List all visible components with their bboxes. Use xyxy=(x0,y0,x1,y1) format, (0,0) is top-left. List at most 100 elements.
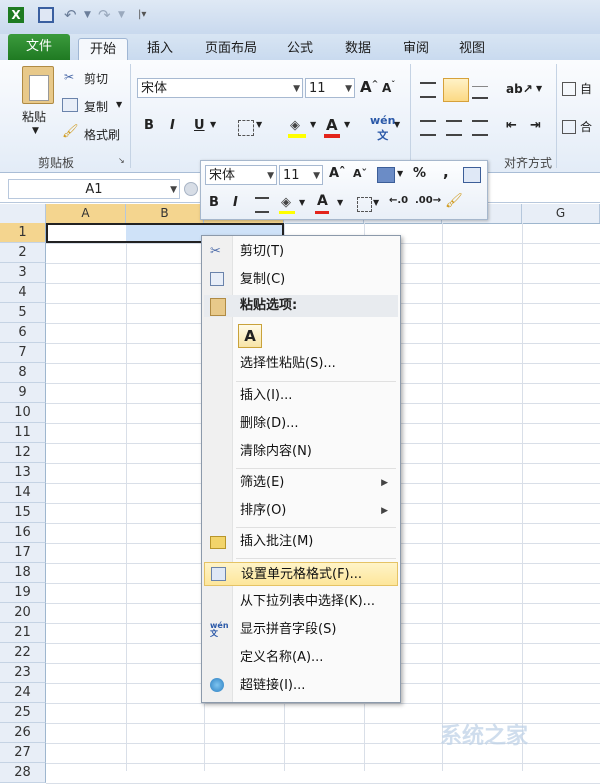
menu-item-paste-special[interactable]: 选择性粘贴(S)... xyxy=(204,352,398,376)
mini-font-color-dropdown-icon[interactable]: ▼ xyxy=(337,198,343,207)
paste-button[interactable]: 粘贴 xyxy=(22,108,46,125)
row-header-21[interactable]: 21 xyxy=(0,623,46,643)
paste-keep-text-button[interactable]: A xyxy=(238,324,262,348)
fill-color-dropdown-icon[interactable]: ▼ xyxy=(310,120,316,129)
tab-insert[interactable]: 插入 xyxy=(138,38,182,60)
row-header-17[interactable]: 17 xyxy=(0,543,46,563)
mini-grow-font-icon[interactable]: Aˆ xyxy=(329,166,346,181)
font-size-dropdown-icon[interactable]: ▼ xyxy=(345,79,352,99)
increase-indent-icon[interactable]: ⇥ xyxy=(530,118,541,133)
mini-font-name-field[interactable]: 宋体 ▼ xyxy=(205,165,277,185)
copy-button[interactable]: 复制 xyxy=(84,98,108,115)
bold-icon[interactable]: B xyxy=(144,118,154,133)
mini-decrease-decimal-icon[interactable]: .00→ xyxy=(415,195,441,206)
menu-item-insert[interactable]: 插入(I)... xyxy=(204,384,398,408)
row-header-6[interactable]: 6 xyxy=(0,323,46,343)
customize-qat-icon[interactable]: |▾ xyxy=(138,7,154,23)
menu-item-insert-comment[interactable]: 插入批注(M) xyxy=(204,530,398,554)
phonetic-icon[interactable]: wén 文 xyxy=(370,114,395,143)
font-size-field[interactable]: 11 ▼ xyxy=(305,78,355,98)
align-top-icon[interactable] xyxy=(420,82,436,98)
row-header-7[interactable]: 7 xyxy=(0,343,46,363)
mini-font-dropdown-icon[interactable]: ▼ xyxy=(267,166,274,186)
underline-icon[interactable]: U xyxy=(194,118,205,133)
underline-dropdown-icon[interactable]: ▼ xyxy=(210,120,216,129)
row-header-12[interactable]: 12 xyxy=(0,443,46,463)
mini-size-dropdown-icon[interactable]: ▼ xyxy=(313,166,320,186)
row-header-9[interactable]: 9 xyxy=(0,383,46,403)
phonetic-dropdown-icon[interactable]: ▼ xyxy=(394,120,400,129)
mini-increase-decimal-icon[interactable]: ←.0 xyxy=(389,195,408,206)
mini-shrink-font-icon[interactable]: Aˇ xyxy=(353,167,367,180)
row-header-23[interactable]: 23 xyxy=(0,663,46,683)
row-header-13[interactable]: 13 xyxy=(0,463,46,483)
select-all-corner[interactable] xyxy=(0,204,46,223)
row-header-5[interactable]: 5 xyxy=(0,303,46,323)
menu-item-hyperlink[interactable]: 超链接(I)... xyxy=(204,674,398,698)
mini-fill-color-icon[interactable]: ◈ xyxy=(281,195,291,210)
orientation-icon[interactable]: ab↗ xyxy=(506,82,533,96)
font-color-dropdown-icon[interactable]: ▼ xyxy=(344,120,350,129)
row-header-14[interactable]: 14 xyxy=(0,483,46,503)
row-header-4[interactable]: 4 xyxy=(0,283,46,303)
name-box-dropdown-icon[interactable]: ▼ xyxy=(170,180,177,200)
menu-item-clear-contents[interactable]: 清除内容(N) xyxy=(204,440,398,464)
row-header-2[interactable]: 2 xyxy=(0,243,46,263)
align-middle-icon[interactable] xyxy=(443,78,469,102)
redo-icon[interactable]: ↷ xyxy=(98,7,114,23)
menu-item-show-phonetic[interactable]: wén 文 显示拼音字段(S) xyxy=(204,618,398,642)
mini-comma-icon[interactable]: , xyxy=(443,163,449,181)
menu-item-pick-from-list[interactable]: 从下拉列表中选择(K)... xyxy=(204,590,398,614)
borders-icon[interactable] xyxy=(238,120,254,136)
mini-percent-icon[interactable]: % xyxy=(413,166,426,181)
font-name-field[interactable]: 宋体 ▼ xyxy=(137,78,303,98)
mini-font-color-icon[interactable]: A xyxy=(317,193,328,209)
save-icon[interactable] xyxy=(38,7,54,23)
clipboard-launcher-icon[interactable]: ↘ xyxy=(118,156,125,165)
row-header-3[interactable]: 3 xyxy=(0,263,46,283)
mini-borders-icon[interactable] xyxy=(357,197,372,212)
row-header-22[interactable]: 22 xyxy=(0,643,46,663)
paste-icon[interactable] xyxy=(22,66,54,104)
paste-dropdown-icon[interactable]: ▼ xyxy=(32,126,39,136)
menu-item-filter[interactable]: 筛选(E) ▶ xyxy=(204,471,398,495)
row-header-24[interactable]: 24 xyxy=(0,683,46,703)
row-header-10[interactable]: 10 xyxy=(0,403,46,423)
tab-review[interactable]: 审阅 xyxy=(394,38,438,60)
row-header-27[interactable]: 27 xyxy=(0,743,46,763)
shrink-font-icon[interactable]: Aˇ xyxy=(382,80,395,95)
tab-home[interactable]: 开始 xyxy=(78,38,128,61)
font-name-dropdown-icon[interactable]: ▼ xyxy=(293,79,300,99)
copy-dropdown-icon[interactable]: ▼ xyxy=(116,100,122,109)
font-color-icon[interactable]: A xyxy=(326,116,338,134)
wrap-text-label[interactable]: 自 xyxy=(580,80,592,97)
row-header-20[interactable]: 20 xyxy=(0,603,46,623)
redo-dropdown-icon[interactable]: ▼ xyxy=(118,7,134,23)
row-header-19[interactable]: 19 xyxy=(0,583,46,603)
mini-fill-dropdown-icon[interactable]: ▼ xyxy=(299,198,305,207)
row-header-16[interactable]: 16 xyxy=(0,523,46,543)
row-header-26[interactable]: 26 xyxy=(0,723,46,743)
decrease-indent-icon[interactable]: ⇤ xyxy=(506,118,517,133)
row-header-25[interactable]: 25 xyxy=(0,703,46,723)
mini-cell-styles-icon[interactable] xyxy=(377,167,395,183)
row-header-1[interactable]: 1 xyxy=(0,223,46,243)
column-header-g[interactable]: G xyxy=(522,204,600,223)
undo-icon[interactable]: ↶ xyxy=(64,7,80,23)
row-header-8[interactable]: 8 xyxy=(0,363,46,383)
menu-item-copy[interactable]: 复制(C) xyxy=(204,268,398,292)
column-header-a[interactable]: A xyxy=(46,204,126,223)
tab-formulas[interactable]: 公式 xyxy=(278,38,322,60)
mini-borders-dropdown-icon[interactable]: ▼ xyxy=(373,198,379,207)
borders-dropdown-icon[interactable]: ▼ xyxy=(256,120,262,129)
orientation-dropdown-icon[interactable]: ▼ xyxy=(536,84,542,93)
tab-page-layout[interactable]: 页面布局 xyxy=(198,38,264,60)
grow-font-icon[interactable]: A^ xyxy=(360,78,378,96)
row-header-28[interactable]: 28 xyxy=(0,763,46,783)
fill-color-icon[interactable]: ◈ xyxy=(290,118,306,133)
align-bottom-icon[interactable] xyxy=(472,86,488,99)
cut-button[interactable]: 剪切 xyxy=(84,70,108,87)
row-header-18[interactable]: 18 xyxy=(0,563,46,583)
formula-bar-handle-icon[interactable] xyxy=(184,182,198,196)
align-right-icon[interactable] xyxy=(472,120,488,136)
